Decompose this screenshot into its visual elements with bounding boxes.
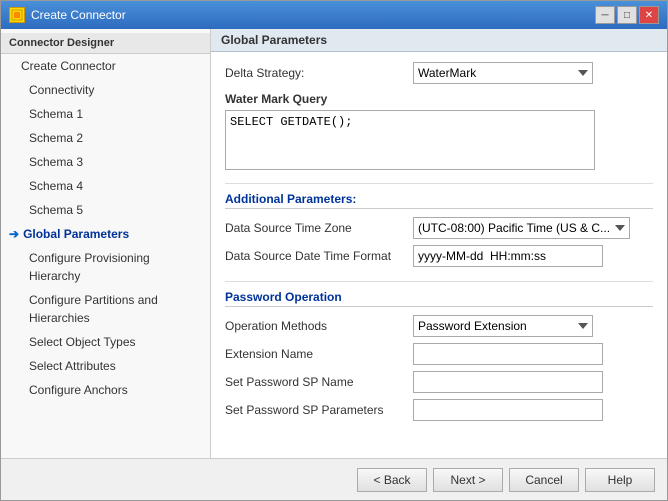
set-password-sp-name-label: Set Password SP Name bbox=[225, 375, 405, 389]
password-operation-section: Password Operation Operation Methods Pas… bbox=[225, 290, 653, 421]
divider-2 bbox=[225, 281, 653, 282]
panel-header: Global Parameters bbox=[211, 29, 667, 52]
panel-body: Delta Strategy: WaterMark None Custom Wa… bbox=[211, 52, 667, 458]
set-password-sp-name-row: Set Password SP Name bbox=[225, 371, 653, 393]
sidebar-item-schema-3[interactable]: Schema 3 bbox=[1, 150, 210, 174]
timezone-select[interactable]: (UTC-08:00) Pacific Time (US & C... bbox=[413, 217, 630, 239]
water-mark-query-label: Water Mark Query bbox=[225, 92, 653, 106]
extension-name-label: Extension Name bbox=[225, 347, 405, 361]
set-password-sp-params-input[interactable] bbox=[413, 399, 603, 421]
sidebar-item-configure-anchors[interactable]: Configure Anchors bbox=[1, 378, 210, 402]
sidebar-item-connectivity[interactable]: Connectivity bbox=[1, 78, 210, 102]
set-password-sp-params-row: Set Password SP Parameters bbox=[225, 399, 653, 421]
additional-parameters-title: Additional Parameters: bbox=[225, 192, 653, 209]
water-mark-query-textarea[interactable]: SELECT GETDATE(); bbox=[225, 110, 595, 170]
divider-1 bbox=[225, 183, 653, 184]
password-operation-title: Password Operation bbox=[225, 290, 653, 307]
date-format-row: Data Source Date Time Format bbox=[225, 245, 653, 267]
operation-methods-row: Operation Methods Password Extension Non… bbox=[225, 315, 653, 337]
timezone-label: Data Source Time Zone bbox=[225, 221, 405, 235]
title-bar: Create Connector ─ □ ✕ bbox=[1, 1, 667, 29]
delta-strategy-label: Delta Strategy: bbox=[225, 66, 405, 80]
title-bar-controls: ─ □ ✕ bbox=[595, 6, 659, 24]
next-button[interactable]: Next > bbox=[433, 468, 503, 492]
sidebar-item-global-parameters[interactable]: ➔ Global Parameters bbox=[1, 222, 210, 246]
sidebar-item-schema-5[interactable]: Schema 5 bbox=[1, 198, 210, 222]
operation-methods-select[interactable]: Password Extension None bbox=[413, 315, 593, 337]
sidebar-item-schema-4[interactable]: Schema 4 bbox=[1, 174, 210, 198]
arrow-icon: ➔ bbox=[9, 225, 19, 243]
delta-strategy-select[interactable]: WaterMark None Custom bbox=[413, 62, 593, 84]
sidebar-item-configure-partitions[interactable]: Configure Partitions and Hierarchies bbox=[1, 288, 210, 330]
sidebar-header: Connector Designer bbox=[1, 33, 210, 54]
sidebar-item-configure-provisioning-hierarchy[interactable]: Configure Provisioning Hierarchy bbox=[1, 246, 210, 288]
date-format-input[interactable] bbox=[413, 245, 603, 267]
main-content: Connector Designer Create Connector Conn… bbox=[1, 29, 667, 458]
title-bar-left: Create Connector bbox=[9, 7, 126, 23]
footer-bar: < Back Next > Cancel Help bbox=[1, 458, 667, 500]
close-button[interactable]: ✕ bbox=[639, 6, 659, 24]
sidebar-item-schema-2[interactable]: Schema 2 bbox=[1, 126, 210, 150]
date-format-label: Data Source Date Time Format bbox=[225, 249, 405, 263]
delta-strategy-row: Delta Strategy: WaterMark None Custom bbox=[225, 62, 653, 84]
window-title: Create Connector bbox=[31, 8, 126, 22]
sidebar-item-create-connector[interactable]: Create Connector bbox=[1, 54, 210, 78]
app-icon bbox=[9, 7, 25, 23]
back-button[interactable]: < Back bbox=[357, 468, 427, 492]
help-button[interactable]: Help bbox=[585, 468, 655, 492]
set-password-sp-params-label: Set Password SP Parameters bbox=[225, 403, 405, 417]
sidebar-item-global-parameters-label: Global Parameters bbox=[23, 225, 129, 243]
main-window: Create Connector ─ □ ✕ Connector Designe… bbox=[0, 0, 668, 501]
minimize-button[interactable]: ─ bbox=[595, 6, 615, 24]
sidebar-item-select-object-types[interactable]: Select Object Types bbox=[1, 330, 210, 354]
extension-name-input[interactable] bbox=[413, 343, 603, 365]
timezone-row: Data Source Time Zone (UTC-08:00) Pacifi… bbox=[225, 217, 653, 239]
right-panel: Global Parameters Delta Strategy: WaterM… bbox=[211, 29, 667, 458]
additional-parameters-section: Additional Parameters: Data Source Time … bbox=[225, 192, 653, 267]
water-mark-query-section: Water Mark Query SELECT GETDATE(); bbox=[225, 92, 653, 173]
sidebar-item-schema-1[interactable]: Schema 1 bbox=[1, 102, 210, 126]
sidebar-item-select-attributes[interactable]: Select Attributes bbox=[1, 354, 210, 378]
operation-methods-label: Operation Methods bbox=[225, 319, 405, 333]
maximize-button[interactable]: □ bbox=[617, 6, 637, 24]
set-password-sp-name-input[interactable] bbox=[413, 371, 603, 393]
sidebar: Connector Designer Create Connector Conn… bbox=[1, 29, 211, 458]
extension-name-row: Extension Name bbox=[225, 343, 653, 365]
cancel-button[interactable]: Cancel bbox=[509, 468, 579, 492]
